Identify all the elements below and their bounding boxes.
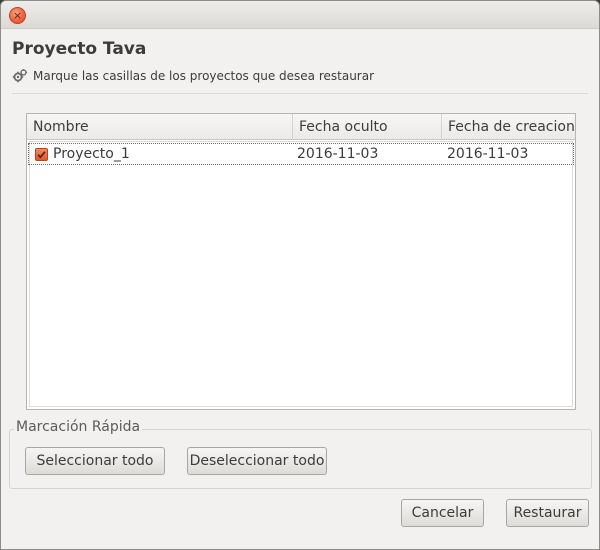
cancel-button[interactable]: Cancelar <box>401 499 484 527</box>
quick-mark-label: Marcación Rápida <box>14 419 143 435</box>
select-all-button[interactable]: Seleccionar todo <box>25 447 165 475</box>
close-icon: × <box>12 8 23 22</box>
column-header-name[interactable]: Nombre <box>27 114 293 140</box>
dialog-window: × Proyecto Tava Marque las casillas de l… <box>0 0 600 550</box>
table-header: Nombre Fecha oculto Fecha de creacion <box>27 114 575 140</box>
cell-created-date: 2016-11-03 <box>447 146 529 162</box>
column-header-created-date[interactable]: Fecha de creacion <box>442 114 575 140</box>
deselect-all-button[interactable]: Deseleccionar todo <box>187 447 327 475</box>
cell-hidden-date: 2016-11-03 <box>297 146 379 162</box>
gears-icon <box>12 68 28 84</box>
projects-table: Nombre Fecha oculto Fecha de creacion Pr… <box>26 113 576 410</box>
row-checkbox[interactable] <box>35 148 48 161</box>
table-row[interactable]: Proyecto_1 2016-11-03 2016-11-03 <box>28 143 574 165</box>
title-bar: × <box>1 1 599 29</box>
close-button[interactable]: × <box>9 7 26 24</box>
column-header-hidden-date[interactable]: Fecha oculto <box>293 114 442 140</box>
restore-button[interactable]: Restaurar <box>506 499 589 527</box>
page-title: Proyecto Tava <box>12 39 147 59</box>
divider <box>12 93 588 94</box>
table-body-frame <box>29 141 573 407</box>
checkmark-icon <box>37 151 46 159</box>
instruction-text: Marque las casillas de los proyectos que… <box>33 69 375 83</box>
cell-project-name: Proyecto_1 <box>53 146 130 162</box>
instruction-line: Marque las casillas de los proyectos que… <box>12 67 374 85</box>
